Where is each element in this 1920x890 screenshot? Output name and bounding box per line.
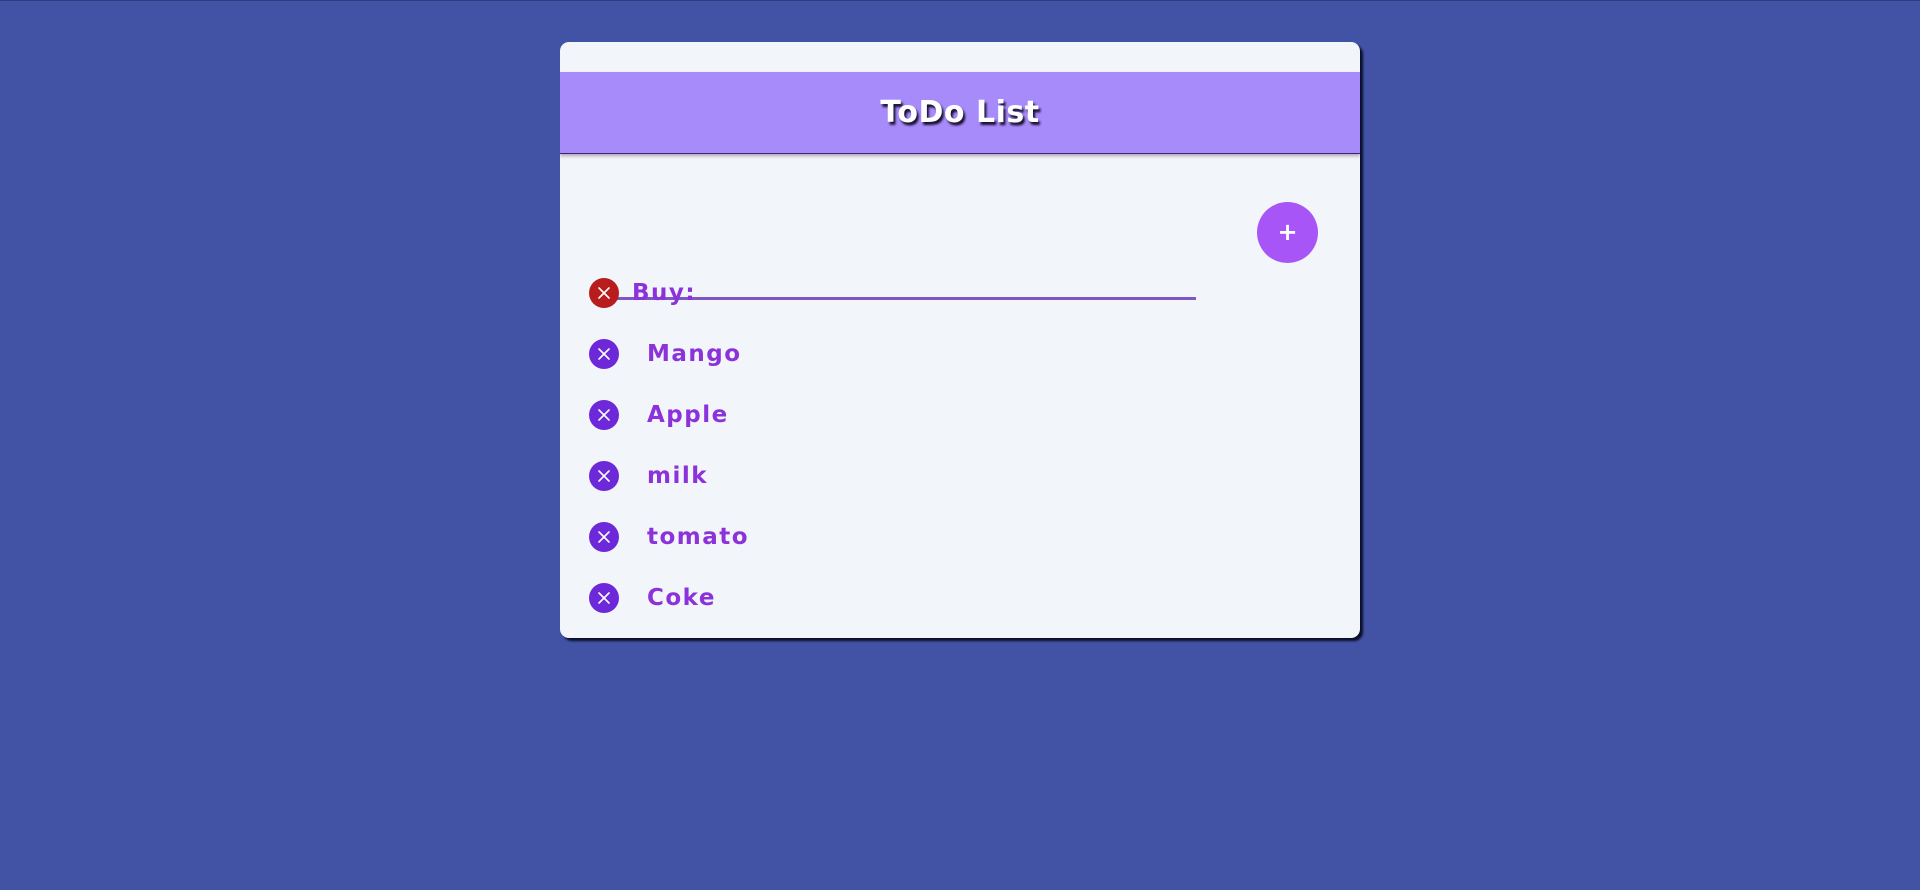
window-top-border xyxy=(0,0,1920,1)
close-icon xyxy=(598,287,610,299)
delete-item-button[interactable] xyxy=(589,583,619,613)
header-bar: ToDo List xyxy=(560,72,1360,154)
list-item: Coke xyxy=(589,582,1329,614)
list-item-label: milk xyxy=(647,463,709,489)
delete-item-button[interactable] xyxy=(589,339,619,369)
list-item-label: Buy: xyxy=(632,280,697,306)
close-icon xyxy=(598,348,610,360)
todo-card: ToDo List + Buy: Mango Apple milk tomato… xyxy=(560,42,1360,638)
list-item: Apple xyxy=(589,399,1329,431)
close-icon xyxy=(598,531,610,543)
list-item: milk xyxy=(589,460,1329,492)
list-item: Buy: xyxy=(589,277,1329,309)
delete-item-button[interactable] xyxy=(589,278,619,308)
list-item-label: Apple xyxy=(647,402,729,428)
close-icon xyxy=(598,592,610,604)
list-item-label: tomato xyxy=(647,524,750,550)
list-item: Mango xyxy=(589,338,1329,370)
delete-item-button[interactable] xyxy=(589,461,619,491)
list-item: tomato xyxy=(589,521,1329,553)
list-item-label: Mango xyxy=(647,341,742,367)
app-title: ToDo List xyxy=(880,95,1040,130)
delete-item-button[interactable] xyxy=(589,522,619,552)
add-task-button[interactable]: + xyxy=(1257,202,1318,263)
close-icon xyxy=(598,409,610,421)
list-item-label: Coke xyxy=(647,585,716,611)
delete-item-button[interactable] xyxy=(589,400,619,430)
close-icon xyxy=(598,470,610,482)
